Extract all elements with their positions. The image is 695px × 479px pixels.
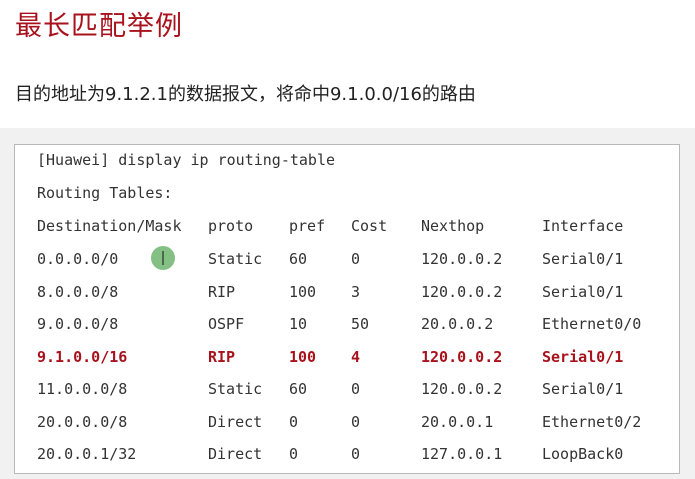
cell-nexthop: 20.0.0.2 [421, 315, 494, 333]
cell-pref: 0 [289, 412, 299, 431]
cell-interface: Serial0/1 [542, 380, 624, 398]
cell-destination: 9.0.0.0/8 [37, 315, 119, 333]
cell-destination: 9.1.0.0/16 [37, 347, 128, 366]
cell-nexthop: 127.0.0.1 [421, 445, 503, 463]
page-title: 最长匹配举例 [15, 11, 183, 42]
cell-cost: 0 [351, 250, 361, 268]
header-destination: Destination/Mask [37, 217, 182, 235]
cell-pref: 10 [289, 315, 308, 333]
cell-nexthop: 120.0.0.2 [421, 250, 503, 268]
cell-cost: 50 [351, 315, 370, 333]
cell-pref: 100 [289, 282, 317, 301]
cell-pref: 0 [289, 445, 299, 463]
cell-destination: 0.0.0.0/0 [37, 250, 119, 268]
cell-pref: 100 [289, 347, 317, 366]
cell-proto: RIP [208, 347, 236, 366]
cell-nexthop: 120.0.0.2 [421, 347, 503, 366]
page-subtitle: 目的地址为9.1.2.1的数据报文，将命中9.1.0.0/16的路由 [15, 84, 476, 105]
header-interface: Interface [542, 217, 624, 235]
section-label: Routing Tables: [37, 184, 173, 202]
cell-interface: Serial0/1 [542, 282, 624, 301]
cell-nexthop: 20.0.0.1 [421, 412, 494, 431]
header-proto: proto [208, 217, 254, 235]
text-cursor-icon [151, 246, 175, 270]
cell-interface: Serial0/1 [542, 250, 624, 268]
cell-proto: Static [208, 250, 263, 268]
cell-proto: RIP [208, 282, 236, 301]
cell-proto: Direct [208, 412, 263, 431]
cell-interface: Serial0/1 [542, 347, 624, 366]
cell-cost: 0 [351, 445, 361, 463]
cell-destination: 8.0.0.0/8 [37, 282, 119, 301]
cell-destination: 20.0.0.0/8 [37, 412, 128, 431]
command-line: [Huawei] display ip routing-table [37, 151, 336, 169]
header-pref: pref [289, 217, 326, 235]
cell-interface: Ethernet0/2 [542, 412, 642, 431]
cell-pref: 60 [289, 380, 308, 398]
cell-nexthop: 120.0.0.2 [421, 380, 503, 398]
cell-proto: Static [208, 380, 263, 398]
cell-cost: 0 [351, 412, 361, 431]
cell-pref: 60 [289, 250, 308, 268]
header-nexthop: Nexthop [421, 217, 485, 235]
cell-interface: LoopBack0 [542, 445, 624, 463]
cell-destination: 20.0.0.1/32 [37, 445, 137, 463]
cell-interface: Ethernet0/0 [542, 315, 642, 333]
cell-cost: 3 [351, 282, 361, 301]
cell-proto: Direct [208, 445, 263, 463]
cell-destination: 11.0.0.0/8 [37, 380, 128, 398]
header-cost: Cost [351, 217, 388, 235]
cell-cost: 0 [351, 380, 361, 398]
cell-proto: OSPF [208, 315, 245, 333]
cell-nexthop: 120.0.0.2 [421, 282, 503, 301]
cell-cost: 4 [351, 347, 361, 366]
